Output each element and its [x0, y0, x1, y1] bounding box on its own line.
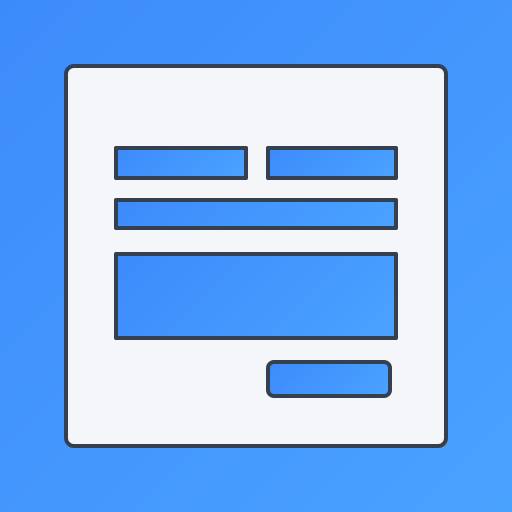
submit-button [266, 360, 392, 398]
icon-background [0, 0, 512, 512]
email-field [114, 198, 398, 230]
message-textarea [114, 252, 398, 340]
form-window [64, 64, 448, 448]
first-name-field [114, 146, 248, 180]
last-name-field [266, 146, 398, 180]
